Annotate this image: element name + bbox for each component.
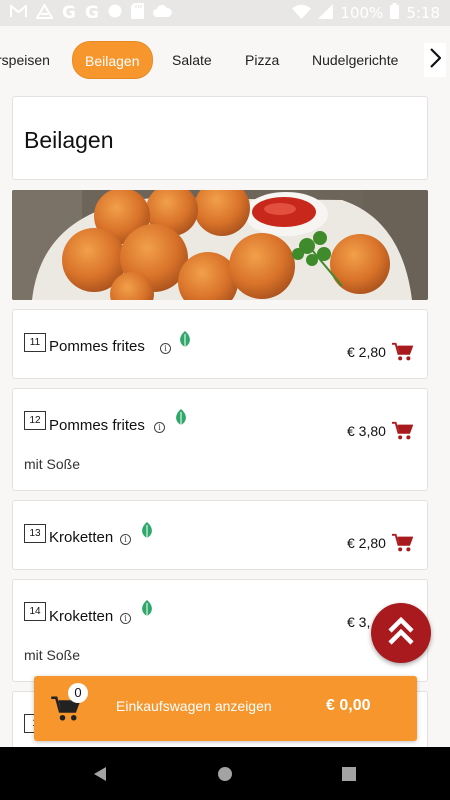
product-card[interactable]: 13 Kroketten i € 2,80 bbox=[12, 500, 428, 570]
battery-icon bbox=[390, 3, 400, 23]
product-number: 11 bbox=[24, 333, 46, 352]
cart-count-badge: 0 bbox=[68, 683, 88, 703]
circle-icon bbox=[108, 4, 122, 22]
product-price: € 3,80 bbox=[347, 423, 386, 439]
tab-salate[interactable]: Salate bbox=[172, 42, 212, 78]
drive-icon bbox=[35, 2, 54, 23]
category-tabs: rspeisen Beilagen Salate Pizza Nudelgeri… bbox=[0, 26, 450, 92]
product-description: mit Soße bbox=[24, 647, 81, 663]
scroll-right-button[interactable] bbox=[424, 43, 446, 77]
wifi-icon bbox=[292, 4, 312, 23]
product-name: Pommes frites bbox=[49, 417, 145, 434]
home-button[interactable] bbox=[217, 766, 233, 787]
chevron-right-icon bbox=[429, 47, 442, 73]
section-header: Beilagen bbox=[12, 96, 428, 180]
cart-total: € 0,00 bbox=[326, 697, 371, 714]
add-to-cart-icon[interactable] bbox=[391, 342, 413, 362]
info-icon[interactable]: i bbox=[120, 534, 131, 545]
tab-beilagen[interactable]: Beilagen bbox=[72, 41, 153, 79]
product-price: € 3, bbox=[347, 614, 371, 630]
recent-apps-button[interactable] bbox=[342, 767, 356, 786]
scroll-to-top-button[interactable] bbox=[371, 603, 431, 663]
view-cart-button[interactable]: 0 Einkaufswagen anzeigen € 0,00 bbox=[34, 676, 417, 741]
cart-label: Einkaufswagen anzeigen bbox=[116, 698, 272, 714]
add-to-cart-icon[interactable] bbox=[391, 533, 413, 553]
product-card[interactable]: 11 Pommes frites i € 2,80 bbox=[12, 309, 428, 379]
info-icon[interactable]: i bbox=[120, 613, 131, 624]
product-price: € 2,80 bbox=[347, 535, 386, 551]
vegetarian-leaf-icon bbox=[142, 600, 152, 620]
battery-percent: 100% bbox=[340, 4, 384, 22]
tab-pizza[interactable]: Pizza bbox=[245, 42, 279, 78]
signal-icon bbox=[318, 3, 334, 23]
product-number: 12 bbox=[24, 411, 46, 430]
product-name: Kroketten bbox=[49, 529, 114, 546]
tab-vorspeisen[interactable]: rspeisen bbox=[0, 42, 50, 78]
tab-nudelgerichte[interactable]: Nudelgerichte bbox=[312, 42, 398, 78]
vegetarian-leaf-icon bbox=[176, 409, 186, 429]
clock: 5:18 bbox=[406, 4, 440, 22]
vegetarian-leaf-icon bbox=[142, 522, 152, 542]
google-icon: G bbox=[62, 3, 76, 23]
vegetarian-leaf-icon bbox=[180, 331, 190, 351]
app-screen: G G 100% 5:18 rspeisen Beilagen Salate P… bbox=[0, 0, 450, 800]
back-button[interactable] bbox=[92, 766, 108, 787]
product-name: Kroketten bbox=[49, 608, 114, 625]
product-price: € 2,80 bbox=[347, 344, 386, 360]
info-icon[interactable]: i bbox=[154, 422, 165, 433]
sd-card-icon bbox=[130, 3, 144, 23]
category-banner-image bbox=[12, 190, 428, 300]
product-card[interactable]: 14 Kroketten i € 3, mit Soße bbox=[12, 579, 428, 682]
gmail-icon bbox=[10, 3, 27, 22]
cloud-icon bbox=[152, 4, 172, 22]
section-title: Beilagen bbox=[24, 127, 114, 153]
product-number: 14 bbox=[24, 602, 46, 621]
status-bar: G G 100% 5:18 bbox=[0, 0, 450, 26]
product-name: Pommes frites bbox=[49, 338, 145, 355]
info-icon[interactable]: i bbox=[160, 343, 171, 354]
product-card[interactable]: 12 Pommes frites i € 3,80 mit Soße bbox=[12, 388, 428, 491]
product-description: mit Soße bbox=[24, 456, 81, 472]
system-nav-bar bbox=[0, 747, 450, 800]
double-chevron-up-icon bbox=[386, 616, 416, 651]
add-to-cart-icon[interactable] bbox=[391, 421, 413, 441]
product-number: 13 bbox=[24, 524, 46, 543]
google-icon: G bbox=[84, 3, 99, 23]
